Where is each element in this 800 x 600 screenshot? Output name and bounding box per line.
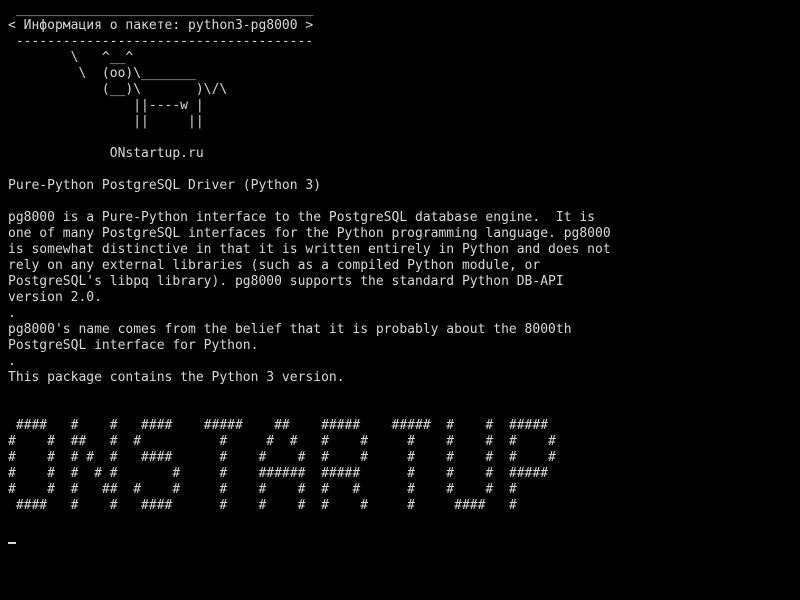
figlet-banner-line: # # # # # #### # # # # # # # # # # bbox=[8, 450, 556, 465]
description-line: This package contains the Python 3 versi… bbox=[8, 370, 345, 385]
cowsay-top-border: ______________________________________ bbox=[8, 2, 314, 17]
cowsay-message: < Информация о пакете: python3-pg8000 > bbox=[8, 18, 314, 33]
figlet-banner-line: # # ## # # # # # # # # # # # # bbox=[8, 434, 556, 449]
figlet-banner-line: # # # # # # # ###### ##### # # # ##### bbox=[8, 466, 549, 481]
cow-art-line: || || bbox=[8, 114, 204, 129]
description-line: . bbox=[8, 306, 16, 321]
description-line: PostgreSQL's libpq library). pg8000 supp… bbox=[8, 274, 564, 289]
description-line: PostgreSQL interface for Python. bbox=[8, 338, 259, 353]
cowsay-bottom-border: -------------------------------------- bbox=[8, 34, 314, 49]
text-cursor[interactable] bbox=[8, 542, 16, 544]
package-summary: Pure-Python PostgreSQL Driver (Python 3) bbox=[8, 178, 322, 193]
description-line: one of many PostgreSQL interfaces for th… bbox=[8, 226, 611, 241]
description-line: rely on any external libraries (such as … bbox=[8, 258, 541, 273]
figlet-banner-line: # # # ## # # # # # # # # # # # bbox=[8, 482, 517, 497]
cow-art-line: \ ^__^ bbox=[8, 50, 134, 65]
cow-art-line: ||----w | bbox=[8, 98, 204, 113]
figlet-banner-line: #### # # #### ##### ## ##### ##### # # #… bbox=[8, 418, 549, 433]
terminal-screen: ______________________________________ < … bbox=[8, 2, 798, 598]
cow-art-line: \ (oo)\_______ bbox=[8, 66, 196, 81]
site-label: ONstartup.ru bbox=[8, 146, 204, 161]
description-line: pg8000's name comes from the belief that… bbox=[8, 322, 572, 337]
figlet-banner-line: #### # # #### # # # # # # #### # bbox=[8, 498, 517, 513]
description-line: . bbox=[8, 354, 16, 369]
description-line: version 2.0. bbox=[8, 290, 102, 305]
description-line: is somewhat distinctive in that it is wr… bbox=[8, 242, 611, 257]
cow-art-line: (__)\ )\/\ bbox=[8, 82, 228, 97]
terminal-output: ______________________________________ < … bbox=[8, 2, 798, 514]
description-line: pg8000 is a Pure-Python interface to the… bbox=[8, 210, 595, 225]
